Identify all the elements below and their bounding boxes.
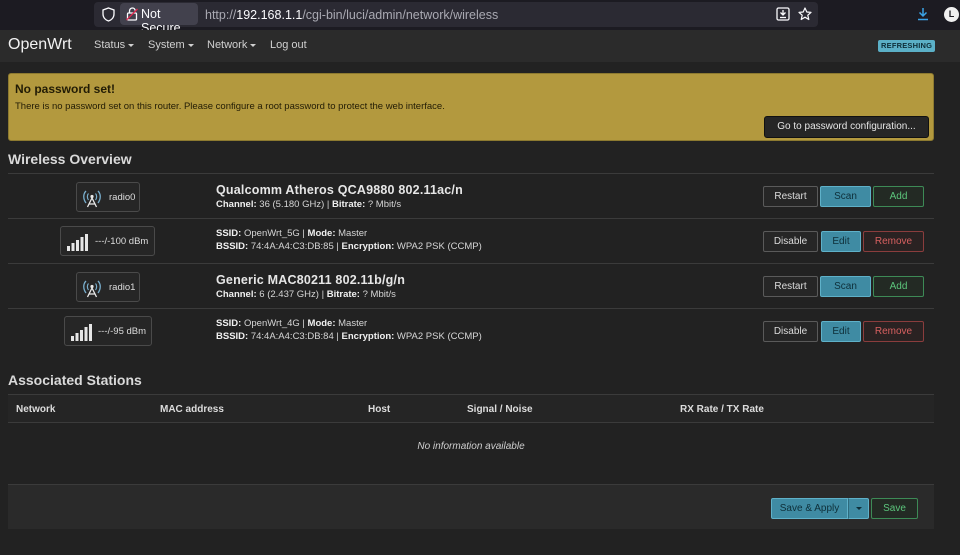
password-alert: No password set! There is no password se… (8, 73, 934, 141)
remove-button[interactable]: Remove (863, 321, 924, 342)
caret-down-icon (128, 43, 135, 47)
menu-system[interactable]: System (148, 39, 194, 51)
brand-logo[interactable]: OpenWrt (8, 36, 72, 54)
radio-icon-box: radio1 (76, 272, 140, 302)
caret-down-icon (856, 507, 862, 510)
restart-button[interactable]: Restart (763, 186, 818, 207)
disable-button[interactable]: Disable (763, 321, 818, 342)
caret-down-icon (250, 43, 257, 47)
network-row: ---/-95 dBm SSID: OpenWrt_4G | Mode: Mas… (8, 308, 934, 353)
signal-box: ---/-100 dBm (60, 226, 155, 256)
caret-down-icon (187, 43, 194, 47)
alert-title: No password set! (15, 82, 116, 96)
wifi-radio-icon (83, 280, 101, 298)
column-signal-noise: Signal / Noise (467, 404, 533, 415)
save-button[interactable]: Save (871, 498, 918, 519)
radio-label: radio1 (109, 282, 136, 293)
network-bssid-line: BSSID: 74:4A:A4:C3:DB:85 | Encryption: W… (216, 241, 482, 252)
network-row: ---/-100 dBm SSID: OpenWrt_5G | Mode: Ma… (8, 218, 934, 263)
empty-table-message: No information available (417, 441, 525, 452)
column-rx-tx-rate: RX Rate / TX Rate (680, 404, 764, 415)
radio-label: radio0 (109, 192, 136, 203)
top-navigation: OpenWrt Status System Network Log out RE… (0, 30, 960, 62)
menu-network[interactable]: Network (207, 39, 257, 51)
downloads-icon[interactable] (916, 7, 930, 21)
signal-strength-icon (67, 234, 88, 251)
column-host: Host (368, 404, 391, 415)
network-info: SSID: OpenWrt_5G | Mode: Master BSSID: 7… (216, 228, 482, 252)
bookmark-star-icon[interactable] (798, 7, 812, 21)
stations-table-header: Network MAC address Host Signal / Noise … (8, 394, 934, 423)
shield-icon[interactable] (102, 7, 115, 22)
url-text[interactable]: http://192.168.1.1/cgi-bin/luci/admin/ne… (205, 8, 498, 22)
column-network: Network (16, 404, 56, 415)
save-page-icon[interactable] (776, 7, 790, 21)
edit-button[interactable]: Edit (821, 231, 861, 252)
not-secure-badge[interactable]: Not Secure (120, 3, 198, 35)
signal-label: ---/-100 dBm (95, 236, 149, 247)
radio-row: radio1 Generic MAC80211 802.11b/g/n Chan… (8, 263, 934, 308)
radio-icon-box: radio0 (76, 182, 140, 212)
associated-stations-heading: Associated Stations (8, 372, 142, 388)
menu-logout[interactable]: Log out (270, 39, 307, 51)
network-info: SSID: OpenWrt_4G | Mode: Master BSSID: 7… (216, 318, 482, 342)
network-ssid-line: SSID: OpenWrt_5G | Mode: Master (216, 228, 368, 239)
wifi-radio-icon (83, 190, 101, 208)
scan-button[interactable]: Scan (820, 186, 871, 207)
password-config-button[interactable]: Go to password configuration... (764, 116, 929, 138)
broken-lock-icon (126, 7, 138, 21)
radio-info: Generic MAC80211 802.11b/g/n Channel: 6 … (216, 273, 405, 300)
save-apply-dropdown[interactable] (848, 498, 869, 519)
restart-button[interactable]: Restart (763, 276, 818, 297)
network-ssid-line: SSID: OpenWrt_4G | Mode: Master (216, 318, 368, 329)
profile-avatar[interactable]: L (944, 7, 959, 22)
radio-row: radio0 Qualcomm Atheros QCA9880 802.11ac… (8, 173, 934, 218)
alert-message: There is no password set on this router.… (15, 101, 445, 112)
signal-label: ---/-95 dBm (98, 326, 147, 337)
remove-button[interactable]: Remove (863, 231, 924, 252)
browser-toolbar: Not Secure http://192.168.1.1/cgi-bin/lu… (0, 0, 960, 35)
wireless-overview-heading: Wireless Overview (8, 151, 132, 167)
disable-button[interactable]: Disable (763, 231, 818, 252)
radio-details: Channel: 6 (2.437 GHz) | Bitrate: ? Mbit… (216, 289, 396, 300)
signal-strength-icon (71, 324, 92, 341)
page-actions: Save & Apply Save (8, 484, 934, 529)
network-bssid-line: BSSID: 74:4A:A4:C3:DB:84 | Encryption: W… (216, 331, 482, 342)
save-apply-button[interactable]: Save & Apply (771, 498, 848, 519)
radio-name: Qualcomm Atheros QCA9880 802.11ac/n (216, 183, 463, 197)
add-button[interactable]: Add (873, 186, 924, 207)
radio-info: Qualcomm Atheros QCA9880 802.11ac/n Chan… (216, 183, 463, 210)
refreshing-badge[interactable]: REFRESHING (878, 40, 936, 52)
radio-details: Channel: 36 (5.180 GHz) | Bitrate: ? Mbi… (216, 199, 402, 210)
edit-button[interactable]: Edit (821, 321, 861, 342)
column-mac-address: MAC address (160, 404, 224, 415)
scan-button[interactable]: Scan (820, 276, 871, 297)
add-button[interactable]: Add (873, 276, 924, 297)
signal-box: ---/-95 dBm (64, 316, 152, 346)
menu-status[interactable]: Status (94, 39, 135, 51)
radio-name: Generic MAC80211 802.11b/g/n (216, 273, 406, 287)
